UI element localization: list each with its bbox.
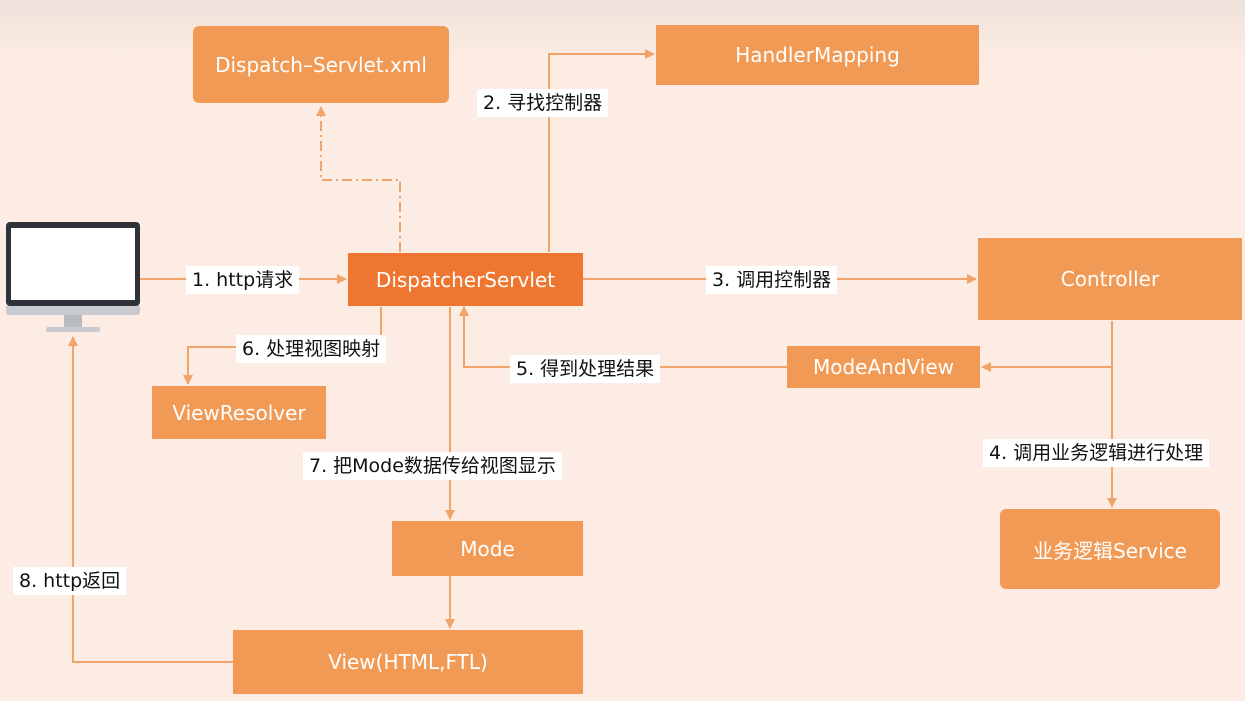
edge-step2	[548, 49, 655, 252]
label-step1: 1. http请求	[186, 266, 300, 294]
monitor-screen	[11, 228, 135, 300]
monitor-base	[46, 327, 100, 332]
node-dispatcher-servlet: DispatcherServlet	[348, 253, 583, 306]
node-view: View(HTML,FTL)	[233, 630, 583, 694]
node-handler-mapping: HandlerMapping	[656, 25, 979, 85]
monitor-chin	[6, 306, 140, 315]
label-step5: 5. 得到处理结果	[510, 355, 661, 383]
desktop-monitor-icon	[6, 222, 140, 334]
monitor-neck	[64, 315, 82, 327]
edges-layer	[68, 49, 1117, 663]
node-dispatch-servlet-xml: Dispatch–Servlet.xml	[193, 26, 449, 103]
label-step6: 6. 处理视图映射	[236, 335, 387, 363]
node-mode-and-view: ModeAndView	[787, 346, 980, 388]
diagram-canvas: Dispatch–Servlet.xml HandlerMapping Disp…	[0, 0, 1245, 701]
node-service: 业务逻辑Service	[1000, 509, 1220, 589]
node-mode: Mode	[392, 521, 583, 576]
label-step7: 7. 把Mode数据传给视图显示	[303, 452, 562, 480]
label-step3: 3. 调用控制器	[706, 266, 838, 294]
node-controller: Controller	[978, 238, 1242, 320]
label-step8: 8. http返回	[13, 567, 127, 595]
label-step2: 2. 寻找控制器	[477, 89, 609, 117]
node-view-resolver: ViewResolver	[152, 386, 326, 439]
label-step4: 4. 调用业务逻辑进行处理	[983, 439, 1210, 467]
edge-config	[316, 106, 401, 252]
